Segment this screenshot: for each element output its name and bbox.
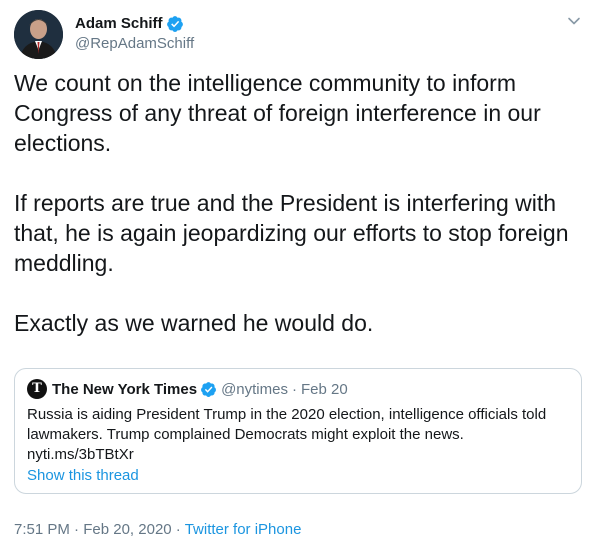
quoted-tweet-link[interactable]: nyti.ms/3bTBtXr <box>27 445 572 465</box>
quoted-display-name: The New York Times <box>52 380 198 398</box>
tweet-date[interactable]: Feb 20, 2020 <box>83 521 171 538</box>
avatar[interactable] <box>14 9 63 59</box>
verified-icon <box>200 381 217 398</box>
verified-icon <box>166 15 184 33</box>
nyt-logo-icon: T <box>27 379 47 399</box>
quoted-tweet-body: Russia is aiding President Trump in the … <box>27 405 572 465</box>
tweet-meta: 7:51 PM · Feb 20, 2020 · Twitter for iPh… <box>14 520 301 540</box>
tweet-time[interactable]: 7:51 PM <box>14 521 70 538</box>
author-name-row: Adam Schiff <box>75 14 194 34</box>
quoted-handle: @nytimes <box>221 380 288 398</box>
quoted-date[interactable]: Feb 20 <box>301 381 348 398</box>
separator-dot: · <box>74 521 80 538</box>
separator-dot: · <box>291 380 297 398</box>
tweet-card: Adam Schiff @RepAdamSchiff We count on t… <box>0 0 596 551</box>
tweet-source-link[interactable]: Twitter for iPhone <box>185 521 302 538</box>
tweet-paragraph: If reports are true and the President is… <box>14 190 569 276</box>
tweet-paragraph: Exactly as we warned he would do. <box>14 310 374 336</box>
author-block: Adam Schiff @RepAdamSchiff <box>75 14 194 54</box>
quoted-tweet[interactable]: T The New York Times @nytimes · Feb 20 R… <box>14 368 582 494</box>
author-display-name[interactable]: Adam Schiff <box>75 14 163 34</box>
tweet-text: We count on the intelligence community t… <box>14 68 584 338</box>
avatar-photo <box>14 9 63 59</box>
show-thread-link[interactable]: Show this thread <box>27 466 139 486</box>
tweet-paragraph: We count on the intelligence community t… <box>14 70 541 156</box>
separator-dot: · <box>175 521 181 538</box>
author-handle[interactable]: @RepAdamSchiff <box>75 34 194 54</box>
chevron-down-icon[interactable] <box>565 12 583 30</box>
tweet-header: Adam Schiff @RepAdamSchiff <box>14 9 194 59</box>
quoted-tweet-header: T The New York Times @nytimes · Feb 20 <box>27 379 348 399</box>
quoted-tweet-text: Russia is aiding President Trump in the … <box>27 406 547 443</box>
